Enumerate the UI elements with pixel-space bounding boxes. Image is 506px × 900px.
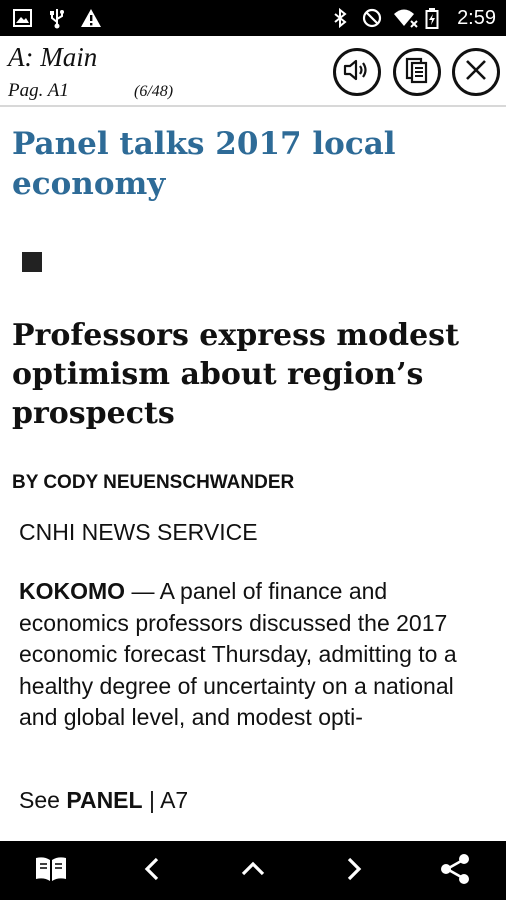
speaker-icon [342,57,372,88]
status-right-icons: 2:59 [329,6,496,30]
status-bar: 2:59 [0,0,506,36]
dateline: KOKOMO [19,578,126,604]
battery-icon [425,7,447,29]
image-icon [12,7,34,29]
close-button[interactable] [452,48,500,96]
page-counter: (6/48) [134,83,174,100]
up-icon [239,859,267,884]
previous-icon [142,855,162,888]
text-view-button[interactable] [393,48,441,96]
book-button[interactable] [30,850,72,892]
bluetooth-icon [329,7,351,29]
next-page-button[interactable] [333,850,375,892]
usb-icon [46,7,68,29]
reader-header: A: Main Pag. A1 (6/48) [0,36,506,106]
listen-button[interactable] [333,48,381,96]
article-headline: Panel talks 2017 local economy [12,126,396,202]
book-icon [34,854,68,889]
share-button[interactable] [434,850,476,892]
news-service: CNHI NEWS SERVICE [19,519,258,545]
jump-prefix: See [19,787,67,813]
wifi-icon [393,7,418,29]
page-overview-button[interactable] [232,850,274,892]
article-byline: BY CODY NEUENSCHWANDER [12,472,295,493]
jump-keyword: PANEL [66,787,143,813]
header-divider [0,105,506,107]
do-not-disturb-icon [361,7,383,29]
section-title: A: Main [8,42,98,72]
jump-page: | A7 [142,787,189,813]
status-left-icons [12,7,102,29]
section-marker [22,252,42,272]
article-subhead: Professors express modest optimism about… [12,318,459,431]
close-icon [463,57,489,88]
article-body: KOKOMO — A panel of finance and economic… [19,576,489,734]
bottom-navigation [0,841,506,900]
continuation-link[interactable]: See PANEL | A7 [19,787,188,814]
share-icon [438,852,472,891]
warning-icon [80,7,102,29]
status-time: 2:59 [457,7,496,29]
next-icon [344,855,364,888]
previous-page-button[interactable] [131,850,173,892]
page-label: Pag. A1 [8,80,69,101]
copy-icon [404,56,430,89]
